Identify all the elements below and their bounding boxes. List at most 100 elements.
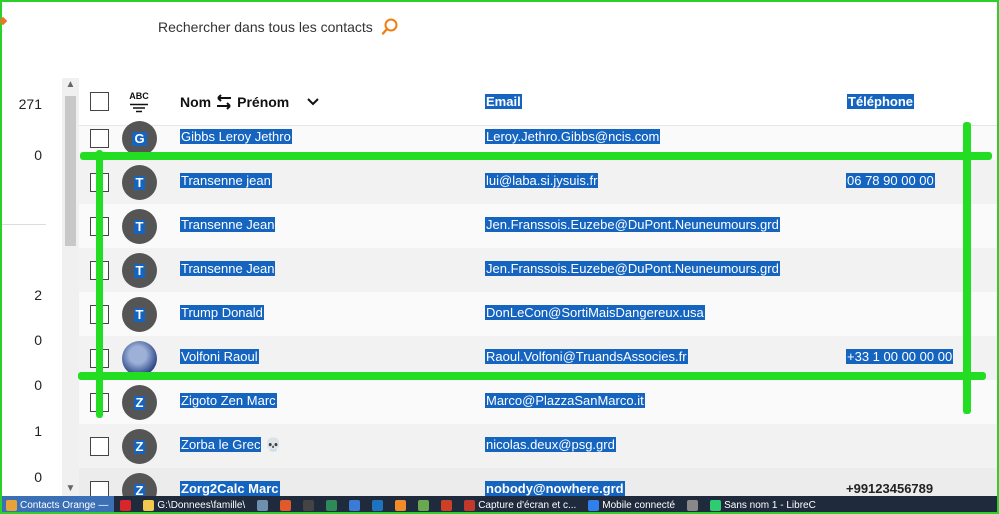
contact-name: Zorg2Calc Marc xyxy=(180,481,280,496)
table-row[interactable]: T Transenne Jean Jen.Franssois.Euzebe@Du… xyxy=(79,204,997,248)
app-icon xyxy=(257,499,269,511)
taskbar-item[interactable] xyxy=(412,496,435,514)
table-row[interactable]: Z Zigoto Zen Marc Marco@PlazzaSanMarco.i… xyxy=(79,380,997,424)
annotation-line-left xyxy=(96,150,103,418)
contact-phone: +33 1 00 00 00 00 xyxy=(846,349,954,364)
divider xyxy=(0,224,46,225)
row-checkbox[interactable] xyxy=(90,129,109,148)
contact-name: Zorba le Grec 💀 xyxy=(180,437,282,452)
contact-email: Marco@PlazzaSanMarco.it xyxy=(485,393,645,408)
contact-name: Zigoto Zen Marc xyxy=(180,393,277,408)
count-label: 0 xyxy=(34,332,42,348)
sort-label: ABC xyxy=(129,91,149,101)
taskbar-item-libreoffice[interactable]: Sans nom 1 - LibreC xyxy=(704,496,822,514)
contact-phone: 06 78 90 00 00 xyxy=(846,173,935,188)
table-row[interactable]: T Transenne Jean Jen.Franssois.Euzebe@Du… xyxy=(79,248,997,292)
app-icon xyxy=(372,499,384,511)
avatar: T xyxy=(122,165,157,200)
phone-icon xyxy=(588,499,600,511)
app-icon xyxy=(6,499,17,511)
opera-icon xyxy=(120,499,132,511)
taskbar-item-contacts[interactable]: Contacts Orange — xyxy=(0,496,115,514)
contact-name: Transenne Jean xyxy=(180,217,276,232)
search-input[interactable]: Rechercher dans tous les contacts xyxy=(158,19,373,35)
contact-phone: +99123456789 xyxy=(846,481,934,496)
avatar: Z xyxy=(122,429,157,464)
annotation-line-bottom xyxy=(78,372,986,380)
app-icon xyxy=(418,499,430,511)
annotation-line-top xyxy=(80,152,992,160)
taskbar-item[interactable] xyxy=(320,496,343,514)
search-icon[interactable] xyxy=(381,18,399,36)
taskbar-item[interactable] xyxy=(114,496,137,514)
capture-icon xyxy=(464,499,476,511)
folder-counts-panel: 271 0 2 0 0 1 0 xyxy=(0,78,62,496)
select-all-checkbox[interactable] xyxy=(90,92,109,111)
table-row[interactable]: T Trump Donald DonLeCon@SortiMaisDangere… xyxy=(79,292,997,336)
contact-name: Transenne Jean xyxy=(180,261,276,276)
count-label: 0 xyxy=(34,377,42,393)
annotation-line-right xyxy=(963,122,971,414)
column-header-phone[interactable]: Téléphone xyxy=(847,94,915,109)
terminal-icon xyxy=(303,499,315,511)
table-row[interactable]: T Transenne jean lui@laba.si.jysuis.fr 0… xyxy=(79,160,997,204)
taskbar: Contacts Orange — G:\Donnees\famille\ Ca… xyxy=(0,496,999,514)
corner-marker xyxy=(0,16,8,26)
column-header-email[interactable]: Email xyxy=(485,94,522,109)
avatar: T xyxy=(122,253,157,288)
libreoffice-icon xyxy=(710,499,722,511)
column-header-name[interactable]: Nom Prénom xyxy=(180,94,289,110)
contact-email: Jen.Franssois.Euzebe@DuPont.Neuneumours.… xyxy=(485,217,780,232)
taskbar-item[interactable] xyxy=(435,496,458,514)
count-label: 0 xyxy=(34,469,42,485)
contacts-table: ABC Nom Prénom Email Téléphone G Gibbs L… xyxy=(79,78,997,512)
taskbar-item[interactable] xyxy=(343,496,366,514)
contact-name: Gibbs Leroy Jethro xyxy=(180,129,292,144)
folder-icon xyxy=(143,499,155,511)
count-label: 1 xyxy=(34,423,42,439)
sort-alphabetical-button[interactable]: ABC xyxy=(127,91,151,113)
taskbar-item-explorer[interactable]: G:\Donnees\famille\ xyxy=(137,496,251,514)
taskbar-item[interactable] xyxy=(366,496,389,514)
avatar: Z xyxy=(122,385,157,420)
taskbar-item[interactable] xyxy=(297,496,320,514)
column-name-first: Nom xyxy=(180,94,212,110)
count-label: 2 xyxy=(34,287,42,303)
contact-name: Trump Donald xyxy=(180,305,264,320)
column-name-second: Prénom xyxy=(237,94,290,110)
windows-icon xyxy=(349,499,361,511)
contact-email: nobody@nowhere.grd xyxy=(485,481,625,496)
contact-email: Jen.Franssois.Euzebe@DuPont.Neuneumours.… xyxy=(485,261,780,276)
taskbar-item[interactable] xyxy=(389,496,412,514)
taskbar-item-capture[interactable]: Capture d'écran et c... xyxy=(458,496,582,514)
table-row[interactable]: Z Zorba le Grec 💀 nicolas.deux@psg.grd xyxy=(79,424,997,468)
app-icon xyxy=(280,499,292,511)
taskbar-item-mobile[interactable]: Mobile connecté xyxy=(582,496,681,514)
search-bar[interactable]: Rechercher dans tous les contacts xyxy=(158,18,399,36)
contact-email: Raoul.Volfoni@TruandsAssocies.fr xyxy=(485,349,688,364)
count-label: 271 xyxy=(18,96,42,112)
taskbar-item[interactable] xyxy=(251,496,274,514)
chevron-down-icon[interactable] xyxy=(307,97,319,107)
taskbar-item[interactable] xyxy=(681,496,704,514)
contact-name: Transenne jean xyxy=(180,173,272,188)
skull-emoji-icon: 💀 xyxy=(265,437,282,452)
scroll-thumb[interactable] xyxy=(65,96,76,246)
vertical-scrollbar[interactable]: ▲ ▼ xyxy=(62,78,79,496)
contact-name: Volfoni Raoul xyxy=(180,349,259,364)
contact-email: lui@laba.si.jysuis.fr xyxy=(485,173,599,188)
swap-arrows-icon[interactable] xyxy=(214,94,234,110)
app-icon xyxy=(441,499,453,511)
row-checkbox[interactable] xyxy=(90,437,109,456)
app-icon xyxy=(687,499,699,511)
taskbar-item[interactable] xyxy=(274,496,297,514)
count-label: 0 xyxy=(34,147,42,163)
contact-email: DonLeCon@SortiMaisDangereux.usa xyxy=(485,305,705,320)
contact-email: nicolas.deux@psg.grd xyxy=(485,437,616,452)
app-icon xyxy=(326,499,338,511)
avatar: T xyxy=(122,297,157,332)
avatar: T xyxy=(122,209,157,244)
scroll-down-arrow-icon[interactable]: ▼ xyxy=(62,482,79,496)
contact-email: Leroy.Jethro.Gibbs@ncis.com xyxy=(485,129,661,144)
scroll-up-arrow-icon[interactable]: ▲ xyxy=(62,78,79,92)
